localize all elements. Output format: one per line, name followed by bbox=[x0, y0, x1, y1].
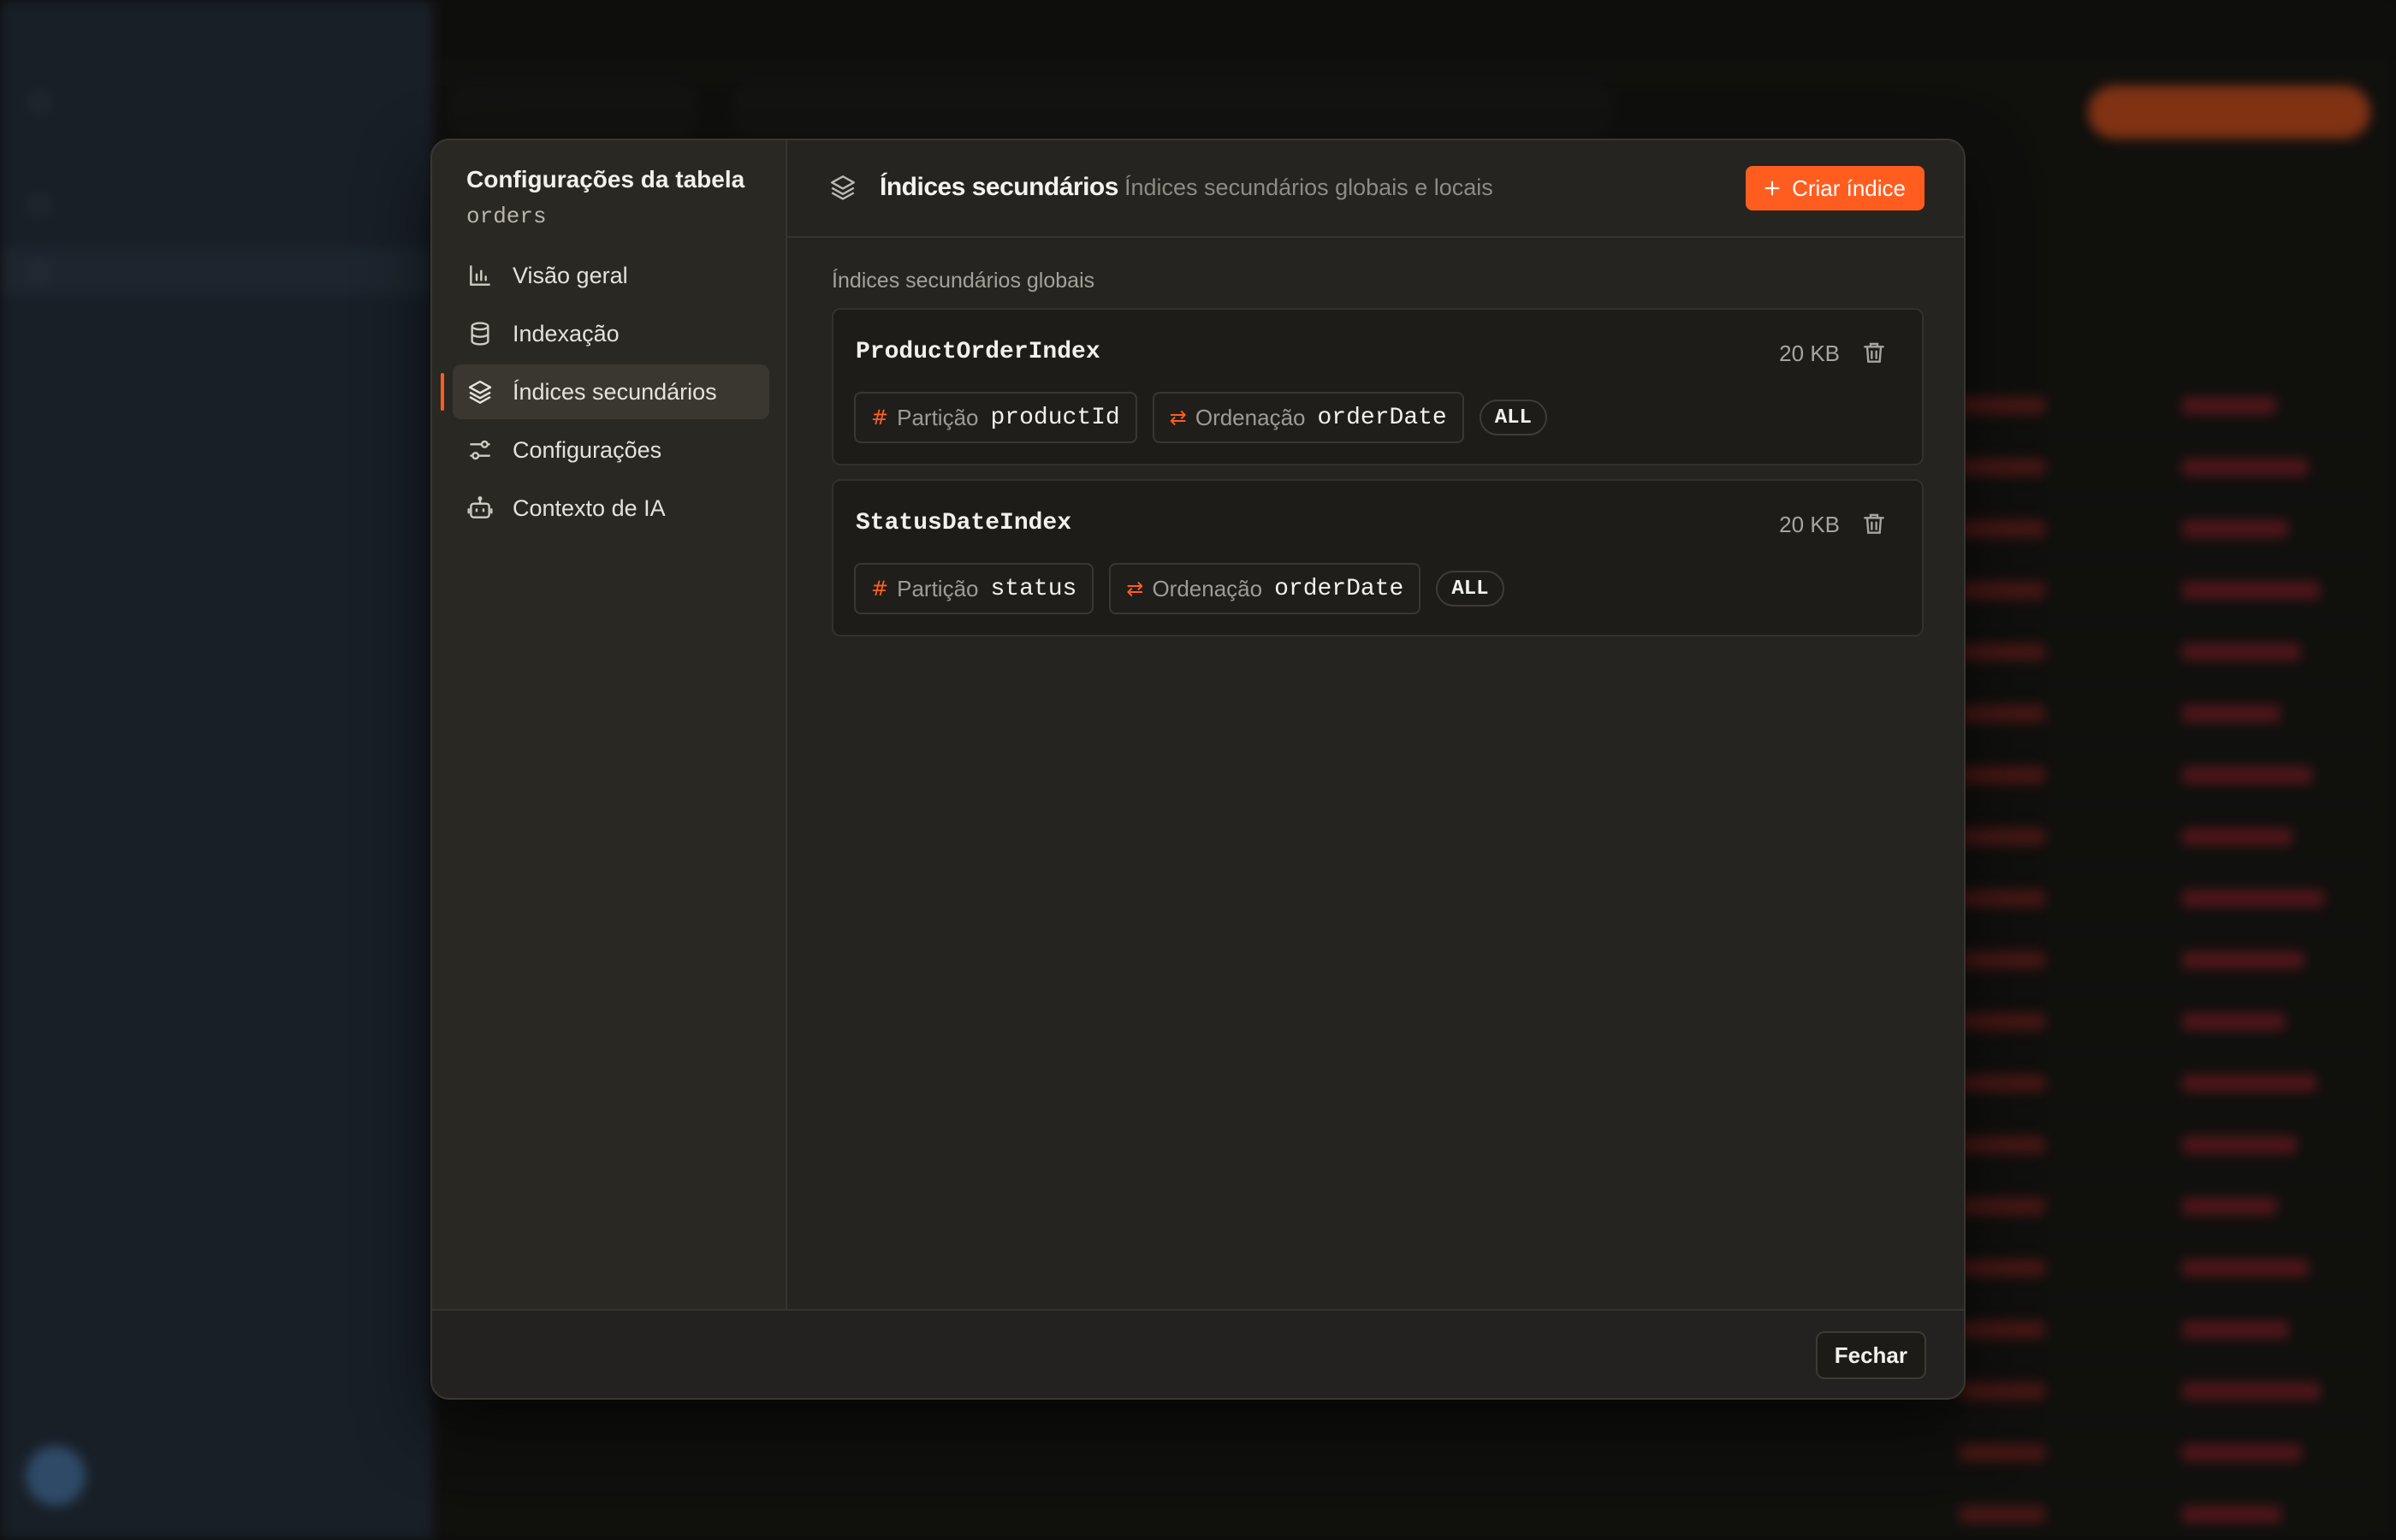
index-name: StatusDateIndex bbox=[856, 510, 1072, 536]
trash-icon[interactable] bbox=[1860, 510, 1888, 537]
modal-sidebar: Configurações da tabela orders Visão ger… bbox=[432, 140, 787, 1309]
sort-label: Ordenação bbox=[1195, 404, 1306, 430]
close-button[interactable]: Fechar bbox=[1815, 1331, 1926, 1379]
swap-arrows-icon: ⇄ bbox=[1126, 577, 1144, 601]
trash-icon[interactable] bbox=[1860, 339, 1888, 366]
panel-header: Índices secundários Índices secundários … bbox=[787, 140, 1964, 238]
plus-icon bbox=[1764, 181, 1780, 196]
nav-item-label: Índices secundários bbox=[513, 378, 717, 405]
bar-chart-icon bbox=[470, 265, 490, 286]
nav-item-label: Indexação bbox=[513, 320, 620, 346]
partition-key: productId bbox=[990, 404, 1120, 431]
sort-key: orderDate bbox=[1317, 404, 1447, 431]
partition-label: Partição bbox=[897, 404, 979, 430]
settings-nav: Visão geral Indexação Índices secundário… bbox=[441, 248, 769, 539]
index-name: ProductOrderIndex bbox=[856, 339, 1100, 365]
partition-label: Partição bbox=[897, 575, 979, 601]
panel-content: Índices secundários globais ProductOrder… bbox=[787, 238, 1964, 1309]
projection-badge: ALL bbox=[1479, 400, 1547, 435]
bot-icon bbox=[467, 496, 493, 518]
table-name: orders bbox=[466, 204, 547, 229]
index-keys: # Partição productId ⇄ Ordenação orderDa… bbox=[854, 392, 1547, 443]
index-card: StatusDateIndex 20 KB # Partição status … bbox=[832, 479, 1924, 637]
hash-icon: # bbox=[871, 406, 889, 429]
modal-title: Configurações da tabela bbox=[466, 166, 745, 192]
create-index-label: Criar índice bbox=[1792, 175, 1906, 201]
projection-badge: ALL bbox=[1436, 571, 1504, 607]
sort-label: Ordenação bbox=[1152, 575, 1263, 601]
nav-item-secondary-indexes[interactable]: Índices secundários bbox=[441, 364, 769, 419]
modal-footer: Fechar bbox=[432, 1309, 1964, 1398]
index-keys: # Partição status ⇄ Ordenação orderDate … bbox=[854, 563, 1504, 614]
index-size: 20 KB bbox=[1779, 341, 1840, 366]
panel-description: Índices secundários globais e locais bbox=[1124, 175, 1493, 200]
nav-item-indexing[interactable]: Indexação bbox=[453, 306, 769, 361]
hash-icon: # bbox=[871, 577, 889, 601]
index-card: ProductOrderIndex 20 KB # Partição produ… bbox=[832, 308, 1924, 465]
sort-key-chip: ⇄ Ordenação orderDate bbox=[1109, 563, 1421, 614]
nav-item-ai-context[interactable]: Contexto de IA bbox=[453, 481, 769, 536]
nav-item-label: Contexto de IA bbox=[513, 495, 666, 521]
panel-title: Índices secundários bbox=[880, 173, 1118, 201]
nav-item-label: Configurações bbox=[513, 436, 662, 463]
nav-item-settings[interactable]: Configurações bbox=[453, 423, 769, 477]
layers-icon bbox=[831, 175, 855, 200]
section-label: Índices secundários globais bbox=[832, 269, 1095, 293]
nav-item-overview[interactable]: Visão geral bbox=[453, 248, 769, 303]
partition-key: status bbox=[990, 575, 1077, 602]
sort-key-chip: ⇄ Ordenação orderDate bbox=[1152, 392, 1464, 443]
database-icon bbox=[471, 322, 489, 346]
swap-arrows-icon: ⇄ bbox=[1169, 406, 1187, 429]
create-index-button[interactable]: Criar índice bbox=[1746, 166, 1925, 210]
partition-key-chip: # Partição status bbox=[854, 563, 1094, 614]
table-settings-modal: Configurações da tabela orders Visão ger… bbox=[430, 139, 1966, 1400]
index-size: 20 KB bbox=[1779, 512, 1840, 537]
partition-key-chip: # Partição productId bbox=[854, 392, 1137, 443]
sliders-icon bbox=[470, 440, 490, 460]
layers-icon bbox=[468, 380, 492, 404]
sort-key: orderDate bbox=[1274, 575, 1404, 602]
nav-item-label: Visão geral bbox=[513, 262, 628, 288]
